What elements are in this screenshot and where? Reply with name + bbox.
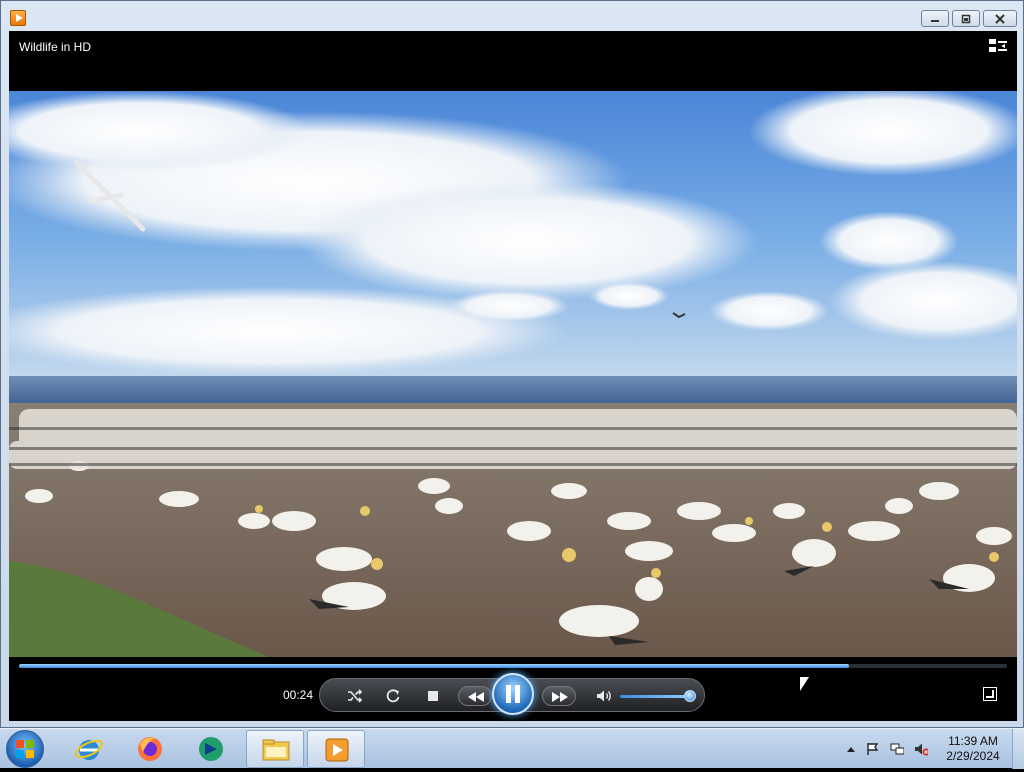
previous-icon xyxy=(468,692,484,702)
firefox-icon xyxy=(138,737,162,761)
taskbar-firefox[interactable] xyxy=(121,730,179,768)
media-player-app-icon[interactable] xyxy=(10,10,26,26)
repeat-icon xyxy=(386,689,400,703)
system-clock[interactable]: 11:39 AM 2/29/2024 xyxy=(945,734,1001,764)
fullscreen-button[interactable] xyxy=(983,687,997,701)
file-explorer-icon xyxy=(262,739,290,761)
pause-icon xyxy=(506,685,520,703)
restore-icon xyxy=(961,14,971,23)
volume-tray-button[interactable] xyxy=(914,742,928,756)
seek-bar[interactable] xyxy=(19,664,1007,668)
internet-explorer-icon xyxy=(75,739,103,760)
windows-logo-icon xyxy=(16,740,34,758)
repeat-button[interactable] xyxy=(384,687,402,705)
clock-time: 11:39 AM xyxy=(948,734,998,748)
speaker-muted-icon xyxy=(915,743,928,756)
restore-button[interactable] xyxy=(952,10,980,27)
video-scene xyxy=(9,91,1017,657)
previous-button[interactable] xyxy=(458,686,492,706)
network-button[interactable] xyxy=(890,742,904,756)
stop-button[interactable] xyxy=(424,687,442,705)
network-icon xyxy=(890,743,904,755)
switch-to-library-button[interactable] xyxy=(989,39,1007,55)
taskbar-file-explorer[interactable] xyxy=(246,730,304,768)
taskbar-app[interactable] xyxy=(182,730,240,768)
volume-slider[interactable] xyxy=(620,695,686,698)
show-desktop-button[interactable] xyxy=(1012,729,1024,769)
player-area: Wildlife in HD 00:24 xyxy=(9,31,1017,721)
minimize-icon xyxy=(931,19,939,22)
video-frame[interactable] xyxy=(9,91,1017,657)
stop-icon xyxy=(428,691,438,701)
chevron-up-icon xyxy=(847,747,855,752)
taskbar: 11:39 AM 2/29/2024 xyxy=(0,728,1024,769)
close-icon xyxy=(995,13,1005,24)
media-player-window: Wildlife in HD 00:24 xyxy=(0,0,1024,728)
taskbar-media-player[interactable] xyxy=(307,730,365,768)
caption-buttons xyxy=(921,10,1017,27)
shuffle-icon xyxy=(348,689,363,703)
show-hidden-icons-button[interactable] xyxy=(844,742,858,756)
app-icon xyxy=(199,737,223,761)
flag-icon xyxy=(867,743,879,755)
close-button[interactable] xyxy=(983,10,1017,27)
play-pause-button[interactable] xyxy=(492,673,534,715)
action-center-button[interactable] xyxy=(866,742,880,756)
next-icon xyxy=(552,692,568,702)
seek-progress xyxy=(19,664,849,668)
playback-controls xyxy=(319,673,705,715)
elapsed-time: 00:24 xyxy=(283,688,314,702)
start-button[interactable] xyxy=(6,730,44,768)
minimize-button[interactable] xyxy=(921,10,949,27)
mouse-cursor xyxy=(800,677,809,691)
shuffle-button[interactable] xyxy=(346,687,364,705)
taskbar-internet-explorer[interactable] xyxy=(60,730,118,768)
fullscreen-icon xyxy=(984,689,996,701)
clock-date: 2/29/2024 xyxy=(946,749,1000,763)
next-button[interactable] xyxy=(542,686,576,706)
speaker-icon xyxy=(597,690,611,702)
switch-to-library-icon xyxy=(989,39,1007,52)
volume-slider-thumb[interactable] xyxy=(684,690,696,702)
media-player-icon xyxy=(325,738,349,762)
now-playing-title: Wildlife in HD xyxy=(19,40,92,54)
mute-button[interactable] xyxy=(596,687,614,705)
title-bar[interactable] xyxy=(1,1,1023,31)
